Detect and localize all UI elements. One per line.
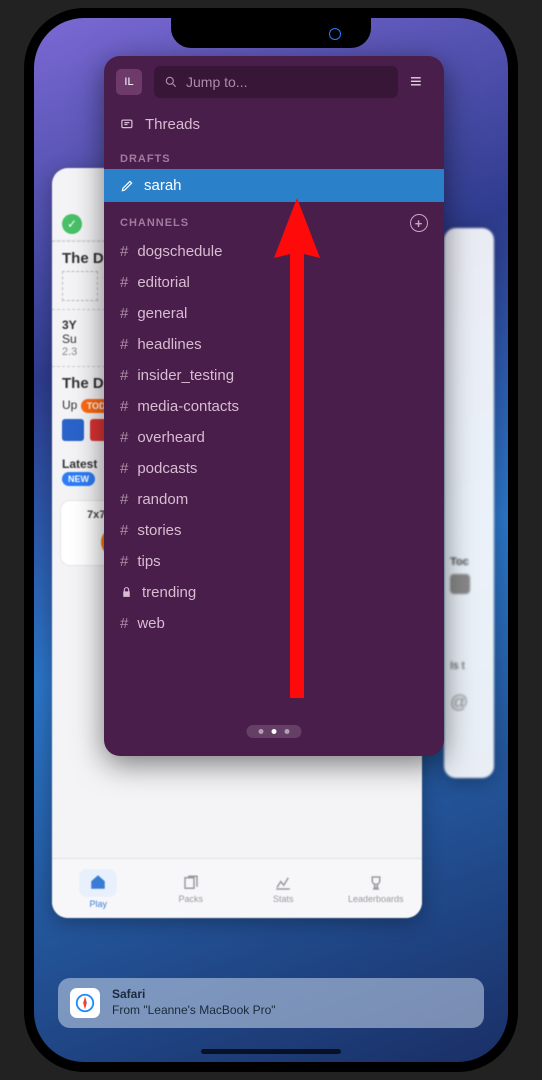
hash-icon: #	[120, 274, 128, 291]
channel-overheard[interactable]: # overheard	[104, 422, 444, 453]
new-badge: NEW	[62, 472, 95, 486]
threads-label: Threads	[145, 116, 200, 133]
hash-icon: #	[120, 367, 128, 384]
page-indicator	[247, 725, 302, 738]
tab-label: Play	[89, 899, 107, 909]
channel-random[interactable]: # random	[104, 484, 444, 515]
draft-label: sarah	[144, 177, 182, 194]
channel-name: tips	[137, 553, 160, 570]
channel-general[interactable]: # general	[104, 298, 444, 329]
channel-stories[interactable]: # stories	[104, 515, 444, 546]
channel-name: headlines	[137, 336, 201, 353]
handoff-subtitle: From "Leanne's MacBook Pro"	[112, 1003, 276, 1019]
phone-screen: ✓ The D 4:3 3Y Su 2.3 The D Up TODA	[34, 18, 508, 1062]
hash-icon: #	[120, 243, 128, 260]
tab-packs[interactable]: Packs	[145, 859, 238, 918]
hash-icon: #	[120, 553, 128, 570]
hash-icon: #	[120, 429, 128, 446]
channels-header: CHANNELS +	[104, 202, 444, 236]
channel-list: # dogschedule # editorial # general # headlines…	[104, 236, 444, 577]
channel-podcasts[interactable]: # podcasts	[104, 453, 444, 484]
channel-name: insider_testing	[137, 367, 234, 384]
chart-icon	[274, 874, 292, 892]
channel-tips[interactable]: # tips	[104, 546, 444, 577]
channel-headlines[interactable]: # headlines	[104, 329, 444, 360]
hash-icon: #	[120, 615, 128, 632]
home-icon	[89, 873, 107, 891]
channel-web[interactable]: # web	[104, 608, 444, 639]
channel-name: general	[137, 305, 187, 322]
search-icon	[164, 75, 178, 89]
app-switcher-card-right[interactable]: Toc Is t @	[444, 228, 494, 778]
hash-icon: #	[120, 336, 128, 353]
channel-name: media-contacts	[137, 398, 239, 415]
drafts-header: DRAFTS	[104, 141, 444, 169]
channel-name: podcasts	[137, 460, 197, 477]
back-section4-title: Latest	[62, 457, 97, 471]
notch	[171, 18, 371, 48]
channel-name: trending	[142, 584, 196, 601]
right-frag3: @	[450, 692, 488, 713]
channel-media-contacts[interactable]: # media-contacts	[104, 391, 444, 422]
channel-name: editorial	[137, 274, 190, 291]
stack-icon	[182, 874, 200, 892]
pencil-icon	[120, 179, 134, 193]
channel-trending[interactable]: trending	[104, 577, 444, 608]
handoff-title: Safari	[112, 987, 276, 1003]
hash-icon: #	[120, 522, 128, 539]
app-switcher-card-slack[interactable]: IL Jump to... ≡ Threads DRAFTS sarah CHA…	[104, 56, 444, 756]
channel-name: dogschedule	[137, 243, 222, 260]
channel-insider_testing[interactable]: # insider_testing	[104, 360, 444, 391]
tab-stats[interactable]: Stats	[237, 859, 330, 918]
channel-name: web	[137, 615, 165, 632]
bottom-tab-bar: Play Packs Stats Leaderboards	[52, 858, 422, 918]
workspace-avatar[interactable]: IL	[116, 69, 142, 95]
safari-icon	[70, 988, 100, 1018]
jump-to-placeholder: Jump to...	[186, 74, 247, 90]
hash-icon: #	[120, 491, 128, 508]
home-indicator[interactable]	[201, 1049, 341, 1054]
lock-icon	[120, 586, 133, 599]
channel-name: overheard	[137, 429, 205, 446]
channel-name: stories	[137, 522, 181, 539]
tab-label: Stats	[273, 894, 294, 904]
right-frag2: Is t	[450, 660, 488, 672]
hash-icon: #	[120, 305, 128, 322]
tab-leaderboards[interactable]: Leaderboards	[330, 859, 423, 918]
draft-item-sarah[interactable]: sarah	[104, 169, 444, 202]
handoff-banner[interactable]: Safari From "Leanne's MacBook Pro"	[58, 978, 484, 1028]
channel-name: random	[137, 491, 188, 508]
right-frag1: Toc	[450, 556, 488, 568]
menu-icon[interactable]: ≡	[410, 72, 432, 92]
add-channel-button[interactable]: +	[410, 214, 428, 232]
channel-dogschedule[interactable]: # dogschedule	[104, 236, 444, 267]
threads-row[interactable]: Threads	[104, 108, 444, 141]
hash-icon: #	[120, 398, 128, 415]
channel-editorial[interactable]: # editorial	[104, 267, 444, 298]
back-section3-up: Up	[62, 398, 77, 412]
tab-label: Packs	[178, 894, 203, 904]
phone-frame: ✓ The D 4:3 3Y Su 2.3 The D Up TODA	[24, 8, 518, 1072]
tab-play[interactable]: Play	[52, 859, 145, 918]
trophy-icon	[367, 874, 385, 892]
tab-label: Leaderboards	[348, 894, 404, 904]
checkmark-icon: ✓	[62, 214, 82, 234]
jump-to-search[interactable]: Jump to...	[154, 66, 398, 98]
hash-icon: #	[120, 460, 128, 477]
threads-icon	[120, 117, 135, 132]
